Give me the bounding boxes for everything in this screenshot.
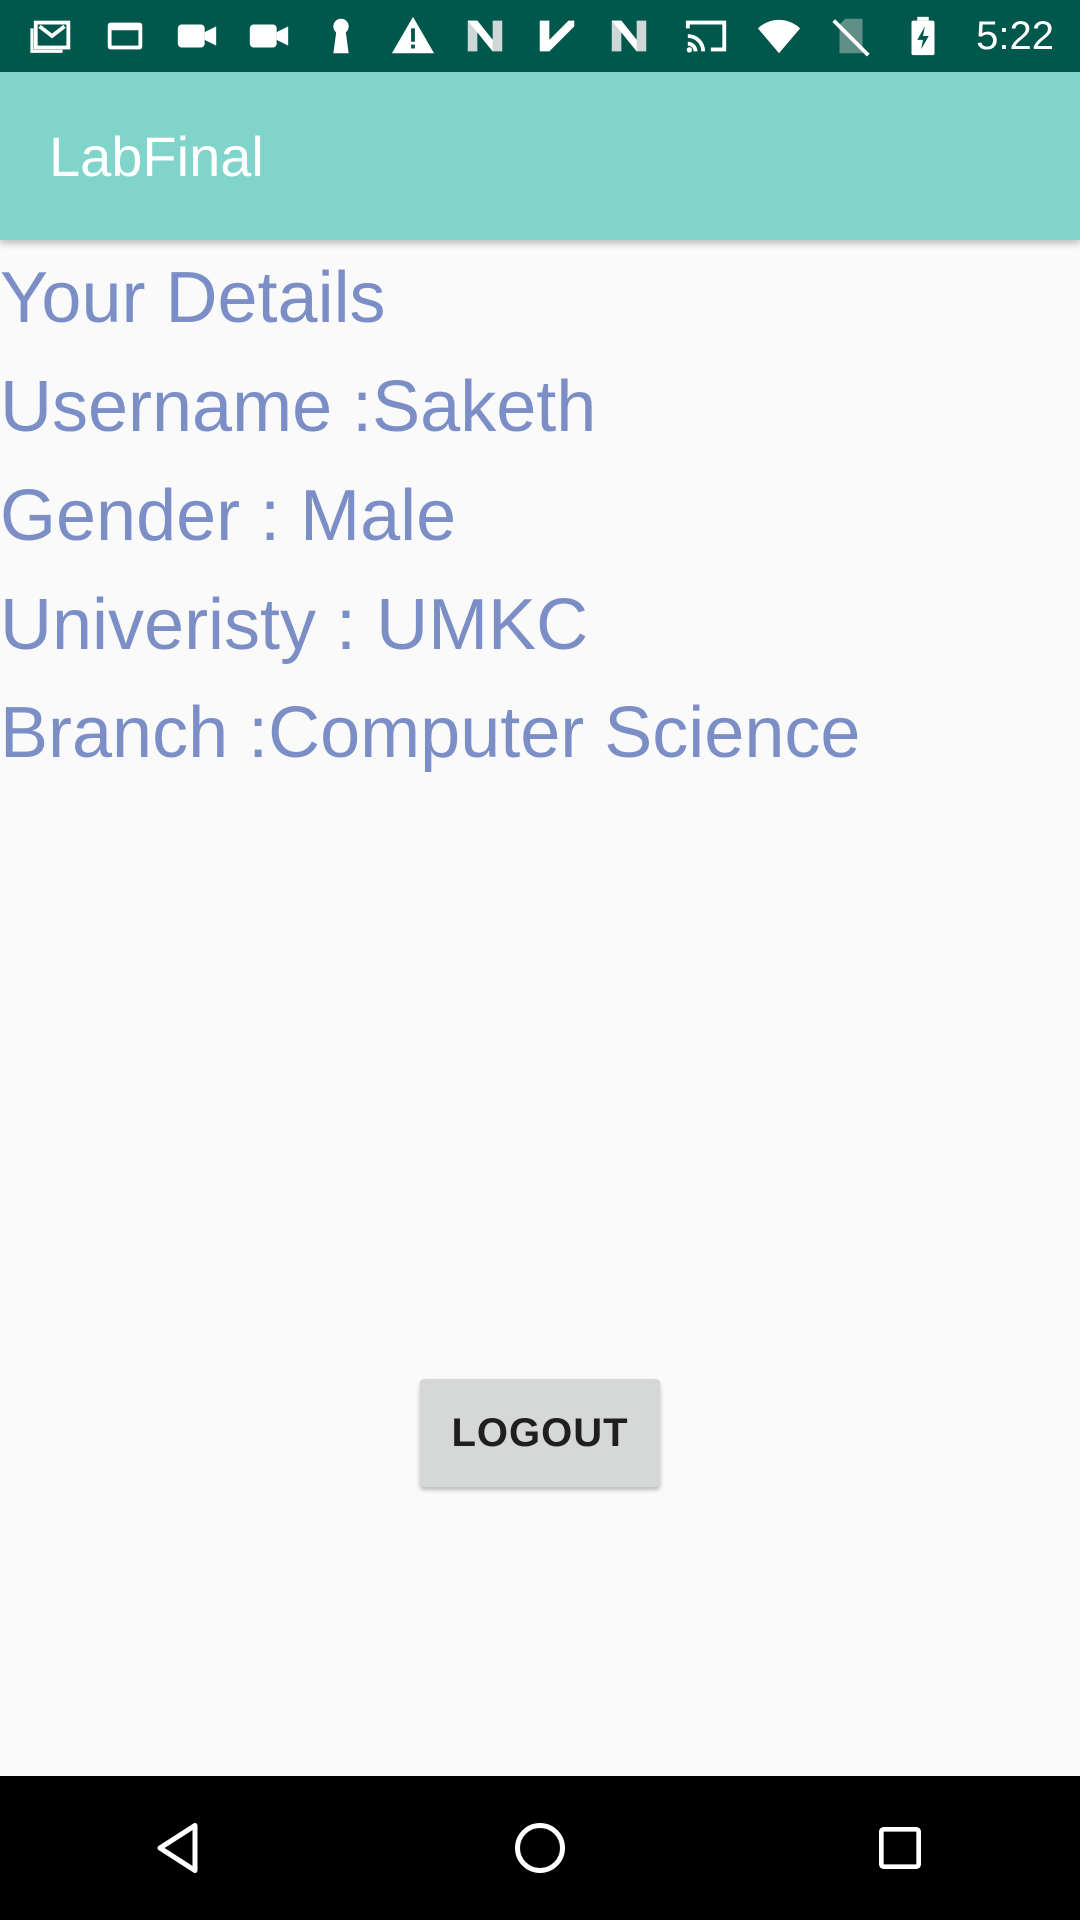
no-sim-icon	[826, 11, 876, 61]
screen: 5:22 LabFinal Your Details Username :Sak…	[0, 0, 1080, 1920]
back-icon	[157, 1823, 198, 1873]
app-title: LabFinal	[49, 124, 264, 188]
home-icon	[515, 1823, 565, 1873]
keyhole-icon	[316, 11, 366, 61]
status-bar: 5:22	[0, 0, 1080, 72]
warning-icon	[388, 11, 438, 61]
recents-button[interactable]	[840, 1788, 960, 1908]
gmail-icon	[28, 11, 78, 61]
status-bar-system: 5:22	[682, 11, 1054, 61]
n-logo-icon	[604, 11, 654, 61]
video-icon	[172, 11, 222, 61]
battery-charging-icon	[898, 11, 948, 61]
username-text: Username :Saketh	[0, 367, 597, 447]
university-text: Univeristy : UMKC	[0, 585, 589, 665]
check-icon	[532, 11, 582, 61]
n-logo-icon	[460, 11, 510, 61]
video-icon	[244, 11, 294, 61]
logout-button[interactable]: LOGOUT	[420, 1379, 660, 1487]
window-icon	[100, 11, 150, 61]
details-content: Your Details Username :Saketh Gender : M…	[0, 240, 1080, 1776]
app-bar: LabFinal	[0, 72, 1080, 240]
status-bar-time: 5:22	[976, 13, 1054, 58]
gender-text: Gender : Male	[0, 476, 457, 556]
navigation-bar	[0, 1776, 1080, 1920]
details-heading: Your Details	[0, 258, 386, 338]
recents-icon	[879, 1827, 921, 1869]
home-button[interactable]	[480, 1788, 600, 1908]
back-button[interactable]	[120, 1788, 240, 1908]
branch-text: Branch :Computer Science	[0, 693, 861, 773]
wifi-icon	[754, 11, 804, 61]
cast-icon	[682, 11, 732, 61]
status-bar-notifications	[28, 11, 654, 61]
